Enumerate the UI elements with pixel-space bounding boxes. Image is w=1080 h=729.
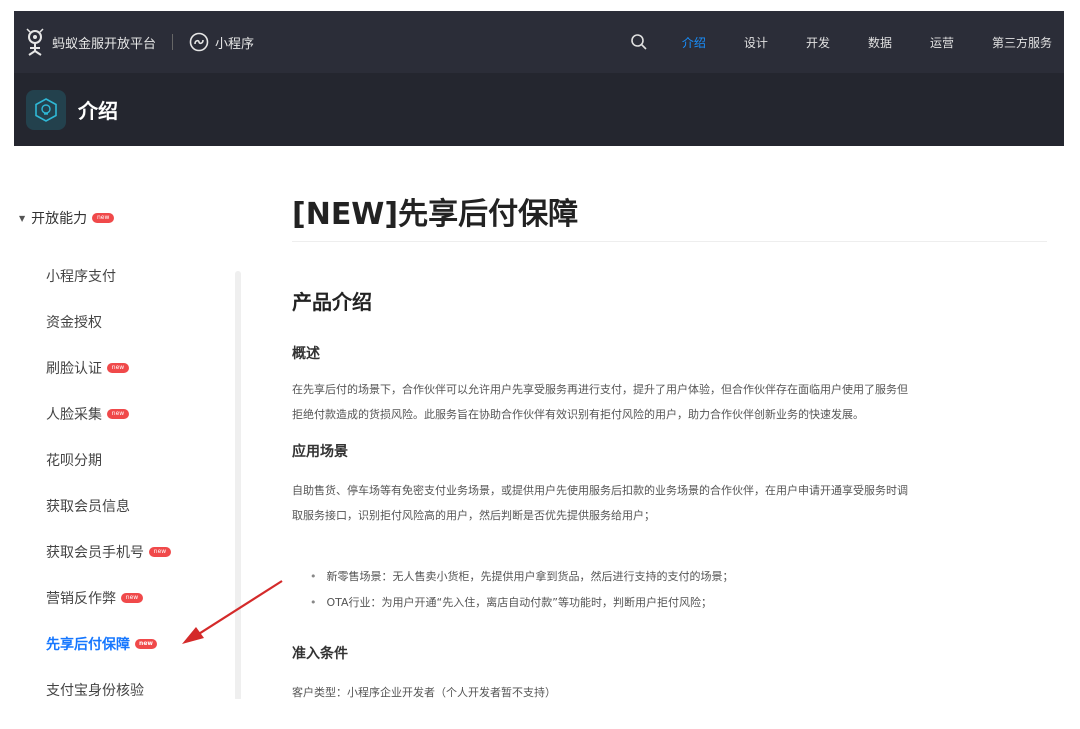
sidebar-item-label: 营销反作弊 [46, 591, 116, 607]
sidebar-item-label: 获取会员信息 [46, 499, 130, 515]
sidebar-item-face-capture[interactable]: 人脸采集 new [46, 404, 129, 424]
nav-design[interactable]: 设计 [744, 34, 768, 51]
title-divider [292, 241, 1047, 242]
scenario-line: 取服务接口，识别拒付风险高的用户，然后判断是否优先提供服务给用户； [292, 509, 655, 522]
sidebar-item-member-phone[interactable]: 获取会员手机号 new [46, 542, 171, 562]
section-header: 介绍 [14, 73, 1064, 146]
page-title: [NEW]先享后付保障 [292, 197, 579, 232]
nav-data[interactable]: 数据 [868, 34, 892, 51]
search-icon[interactable] [630, 33, 648, 51]
sidebar-scrollbar[interactable] [235, 271, 241, 699]
brand[interactable]: 蚂蚁金服开放平台 [24, 28, 156, 56]
ant-logo-icon [26, 28, 44, 56]
overview-line: 拒绝付款造成的货损风险。此服务旨在协助合作伙伴有效识别有拒付风险的用户，助力合作… [292, 408, 864, 421]
scenario-text: 自助售货、停车场等有免密支付业务场景，或提供用户先使用服务后扣款的业务场景的合作… [292, 478, 1052, 528]
sidebar-item-label: 支付宝身份核验 [46, 683, 144, 699]
sidebar-item-huabei[interactable]: 花呗分期 [46, 450, 102, 470]
nav-third-party[interactable]: 第三方服务 [992, 34, 1052, 51]
overview-line: 在先享后付的场景下，合作伙伴可以允许用户先享受服务再进行支付，提升了用户体验，但… [292, 383, 908, 396]
sidebar-item-label: 刷脸认证 [46, 361, 102, 377]
browser-frame: 蚂蚁金服开放平台 小程序 介绍 设计 开发 数据 运营 第三方服务 介绍 ▼ 开… [14, 11, 1064, 699]
sidebar-group-label: 开放能力 [31, 211, 88, 227]
overview-text: 在先享后付的场景下，合作伙伴可以允许用户先享受服务再进行支付，提升了用户体验，但… [292, 377, 1052, 427]
sidebar-item-label: 获取会员手机号 [46, 545, 144, 561]
scenario-list: 新零售场景：无人售卖小货柜，先提供用户拿到货品，然后进行支持的支付的场景； OT… [310, 564, 734, 616]
sidebar-item-anti-fraud[interactable]: 营销反作弊 new [46, 588, 143, 608]
sidebar-item-label: 先享后付保障 [46, 637, 130, 653]
brand-name: 蚂蚁金服开放平台 [52, 36, 157, 52]
new-badge: new [121, 593, 143, 603]
sidebar-item-face-auth[interactable]: 刷脸认证 new [46, 358, 129, 378]
list-item: OTA行业：为用户开通“先入住，离店自动付款”等功能时，判断用户拒付风险； [310, 590, 734, 616]
lightbulb-icon [26, 89, 66, 130]
scenario-line: 自助售货、停车场等有免密支付业务场景，或提供用户先使用服务后扣款的业务场景的合作… [292, 484, 908, 497]
overview-heading: 概述 [292, 346, 320, 362]
section-heading: 产品介绍 [292, 290, 372, 314]
main-nav: 介绍 设计 开发 数据 运营 第三方服务 [630, 11, 1052, 73]
list-item: 新零售场景：无人售卖小货柜，先提供用户拿到货品，然后进行支持的支付的场景； [310, 564, 734, 590]
nav-develop[interactable]: 开发 [806, 34, 830, 51]
new-badge: new [107, 409, 129, 419]
mini-program-link[interactable]: 小程序 [189, 32, 254, 52]
mini-program-icon [189, 32, 209, 52]
sidebar: ▼ 开放能力 new 小程序支付 资金授权 刷脸认证 new 人脸采集 new … [14, 146, 254, 699]
sidebar-item-label: 资金授权 [46, 315, 102, 331]
sidebar-item-label: 花呗分期 [46, 453, 102, 469]
access-heading: 准入条件 [292, 646, 348, 662]
section-title: 介绍 [78, 99, 118, 123]
brand-divider [172, 34, 174, 50]
sidebar-item-member-info[interactable]: 获取会员信息 [46, 496, 130, 516]
caret-down-icon: ▼ [19, 213, 26, 223]
top-navigation-bar: 蚂蚁金服开放平台 小程序 介绍 设计 开发 数据 运营 第三方服务 [14, 11, 1064, 73]
new-badge: new [149, 547, 171, 557]
sidebar-item-label: 人脸采集 [46, 407, 102, 423]
sidebar-item-mini-pay[interactable]: 小程序支付 [46, 266, 116, 286]
sidebar-item-fund-auth[interactable]: 资金授权 [46, 312, 102, 332]
new-badge: new [107, 363, 129, 373]
sidebar-item-enjoy-first-pay-later[interactable]: 先享后付保障 new [46, 634, 157, 654]
nav-operation[interactable]: 运营 [930, 34, 954, 51]
mini-program-label: 小程序 [215, 36, 255, 52]
access-text: 客户类型：小程序企业开发者（个人开发者暂不支持） [292, 686, 556, 699]
new-badge: new [135, 639, 157, 649]
sidebar-item-identity-verify[interactable]: 支付宝身份核验 [46, 680, 144, 699]
new-badge: new [92, 213, 115, 223]
scenario-heading: 应用场景 [292, 444, 348, 460]
sidebar-group-open-capabilities[interactable]: ▼ 开放能力 new [19, 208, 115, 228]
sidebar-item-label: 小程序支付 [46, 269, 116, 285]
nav-intro[interactable]: 介绍 [682, 34, 706, 51]
